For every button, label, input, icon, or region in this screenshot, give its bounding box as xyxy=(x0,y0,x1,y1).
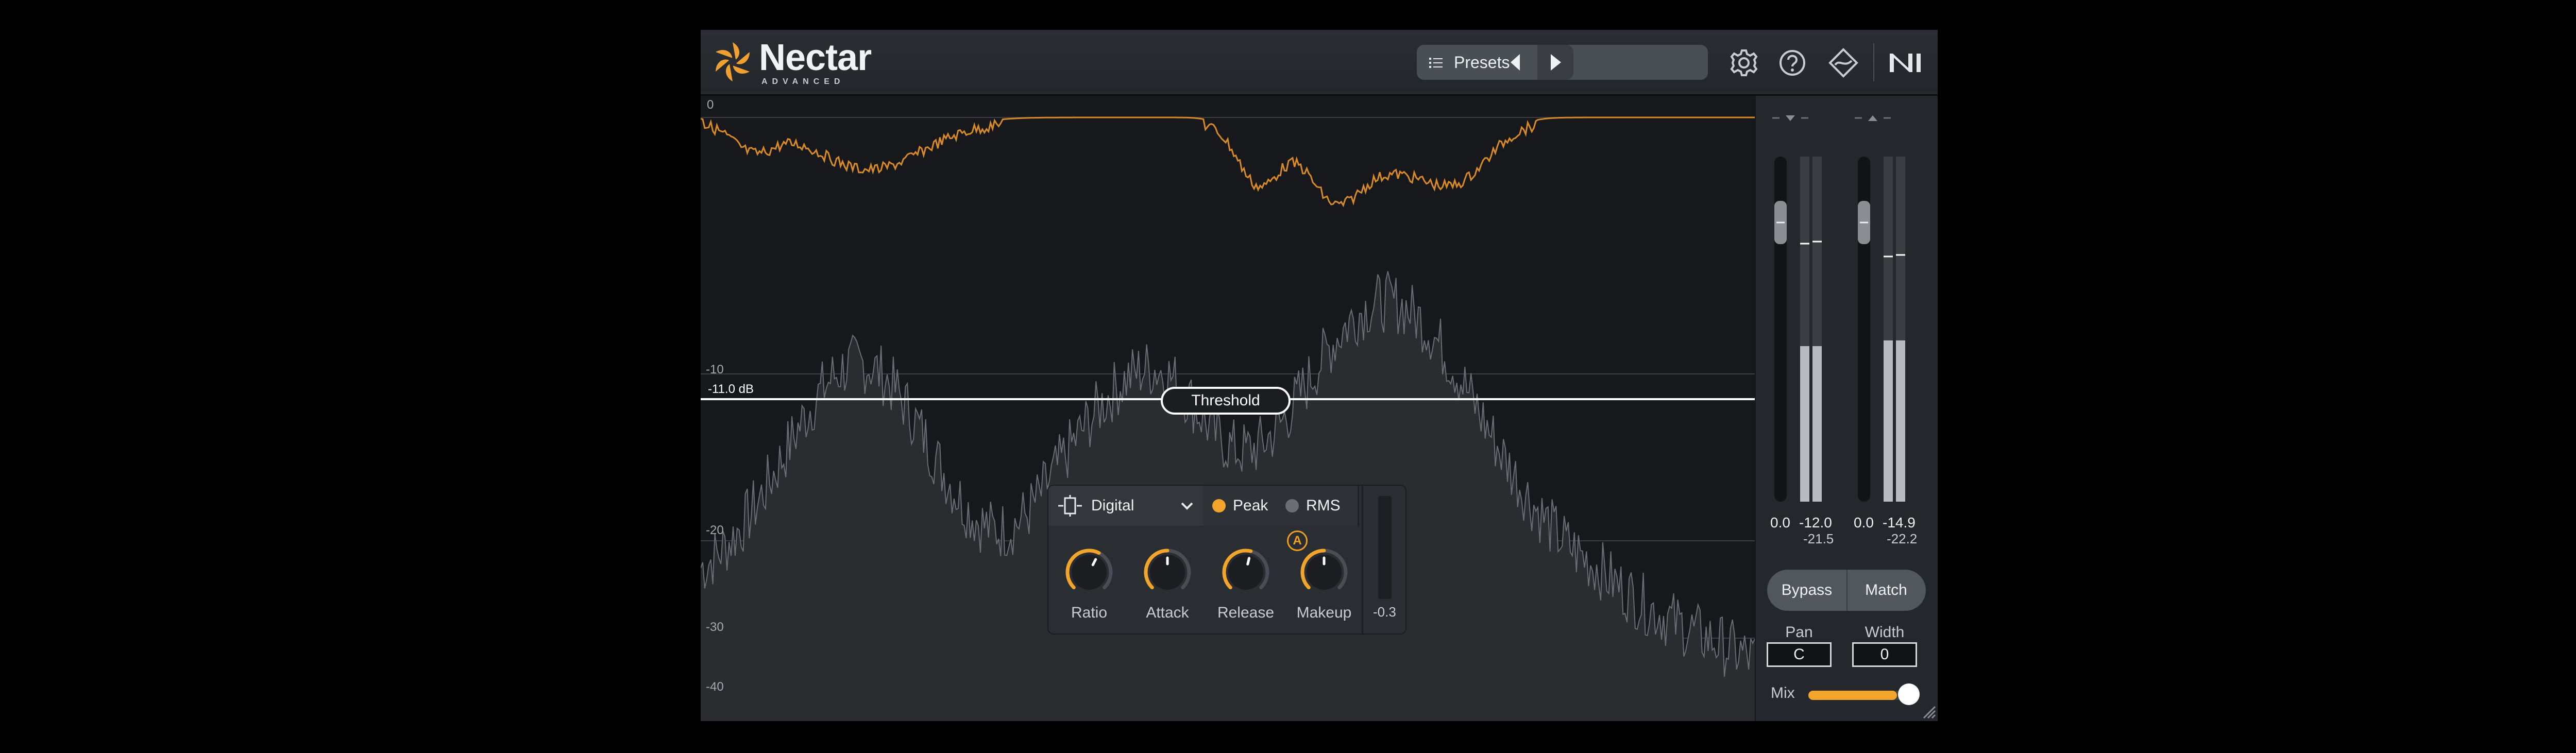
ozone-link-icon[interactable] xyxy=(1828,47,1859,78)
logo-name: Nectar xyxy=(759,37,872,78)
prev-preset-icon[interactable] xyxy=(1503,47,1527,78)
output-peak-value: -14.9 xyxy=(1883,515,1916,530)
rms-label[interactable]: RMS xyxy=(1306,497,1341,515)
y-label-10: -10 xyxy=(706,363,724,376)
logo-subtitle: ADVANCED xyxy=(761,77,845,86)
output-arrow-icon xyxy=(1868,115,1877,121)
release-label: Release xyxy=(1217,604,1275,621)
makeup-knob-graphic xyxy=(1300,549,1348,590)
detection-group: Peak RMS xyxy=(1203,486,1359,526)
release-knob[interactable] xyxy=(1212,542,1279,599)
input-fader-value: 0.0 xyxy=(1770,515,1790,530)
compressor-mode-icon xyxy=(1058,495,1082,517)
ratio-knob-graphic xyxy=(1065,549,1113,590)
list-icon xyxy=(1429,58,1443,68)
input-peak-value: -12.0 xyxy=(1799,515,1832,530)
ratio-knob[interactable] xyxy=(1056,542,1123,599)
mode-label: Digital xyxy=(1091,497,1134,514)
threshold-handle[interactable]: Threshold xyxy=(1161,387,1291,415)
auto-release-badge[interactable]: A xyxy=(1287,530,1308,551)
makeup-knob[interactable] xyxy=(1291,542,1358,599)
resize-grip-icon[interactable] xyxy=(1921,704,1936,719)
bypass-match-group: Bypass Match xyxy=(1767,570,1926,611)
release-knob-graphic xyxy=(1222,549,1269,590)
ni-logo-icon[interactable] xyxy=(1887,47,1926,78)
mix-slider-fill xyxy=(1808,691,1897,700)
next-preset-icon xyxy=(1551,54,1561,71)
match-button[interactable]: Match xyxy=(1846,570,1926,611)
mix-slider-thumb[interactable] xyxy=(1898,683,1920,705)
mix-label: Mix xyxy=(1771,684,1795,701)
width-label: Width xyxy=(1865,624,1905,641)
peak-radio[interactable] xyxy=(1212,499,1226,512)
makeup-label: Makeup xyxy=(1296,604,1352,621)
next-preset-button[interactable] xyxy=(1537,45,1573,80)
gain-reduction-curve xyxy=(701,116,1755,208)
output-section xyxy=(1855,115,1905,502)
mode-dropdown[interactable]: Digital xyxy=(1048,486,1205,526)
mix-slider[interactable] xyxy=(1808,691,1912,700)
input-section xyxy=(1772,115,1822,502)
io-panel: 0.0 -12.0 -21.5 0.0 -14.9 -22.2 Bypass M… xyxy=(1756,96,1938,721)
input-arrow-icon xyxy=(1786,115,1795,121)
header-divider xyxy=(1873,43,1874,81)
output-rms-value: -22.2 xyxy=(1887,531,1918,546)
input-rms-value: -21.5 xyxy=(1803,531,1834,546)
bypass-button[interactable]: Bypass xyxy=(1767,570,1848,611)
y-label-40: -40 xyxy=(706,680,724,694)
ratio-label: Ratio xyxy=(1071,604,1108,621)
attack-knob[interactable] xyxy=(1134,542,1201,599)
meters-graphic xyxy=(1772,115,1905,502)
rms-radio[interactable] xyxy=(1285,499,1299,512)
pan-label: Pan xyxy=(1785,624,1813,641)
output-fader-value: 0.0 xyxy=(1854,515,1874,530)
header-bar: Nectar ADVANCED Presets xyxy=(701,30,1938,96)
compressor-panel: Digital Peak RMS Ratio Attack Release Ma… xyxy=(1048,486,1405,634)
gain-reduction-value: -0.3 xyxy=(1373,604,1396,620)
gear-icon[interactable] xyxy=(1728,47,1759,78)
gain-reduction-meter xyxy=(1378,496,1392,599)
threshold-value: -11.0 dB xyxy=(708,382,754,396)
nectar-plugin-window: Nectar ADVANCED Presets 0 -10 -20 -30 -4… xyxy=(701,30,1938,721)
chevron-down-icon xyxy=(1181,502,1193,510)
help-icon[interactable] xyxy=(1777,47,1808,78)
panel-divider xyxy=(1362,486,1363,634)
presets-label: Presets xyxy=(1454,53,1510,72)
y-label-20: -20 xyxy=(706,523,724,537)
attack-label: Attack xyxy=(1146,604,1189,621)
y-label-0: 0 xyxy=(707,98,714,112)
y-label-30: -30 xyxy=(706,620,724,634)
peak-label[interactable]: Peak xyxy=(1233,497,1268,515)
width-field[interactable]: 0 xyxy=(1852,642,1917,667)
attack-knob-graphic xyxy=(1144,549,1191,590)
nectar-logo-icon xyxy=(716,42,750,81)
pan-field[interactable]: C xyxy=(1767,642,1832,667)
